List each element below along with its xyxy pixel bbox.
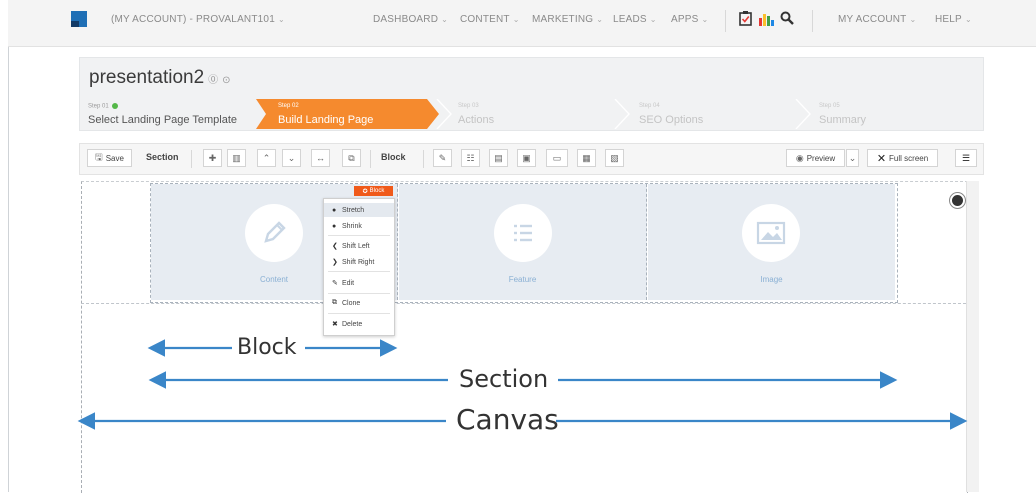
section-annotation: Section — [459, 365, 549, 393]
canvas-annotation: Canvas — [456, 403, 559, 436]
block-annotation: Block — [237, 335, 297, 360]
